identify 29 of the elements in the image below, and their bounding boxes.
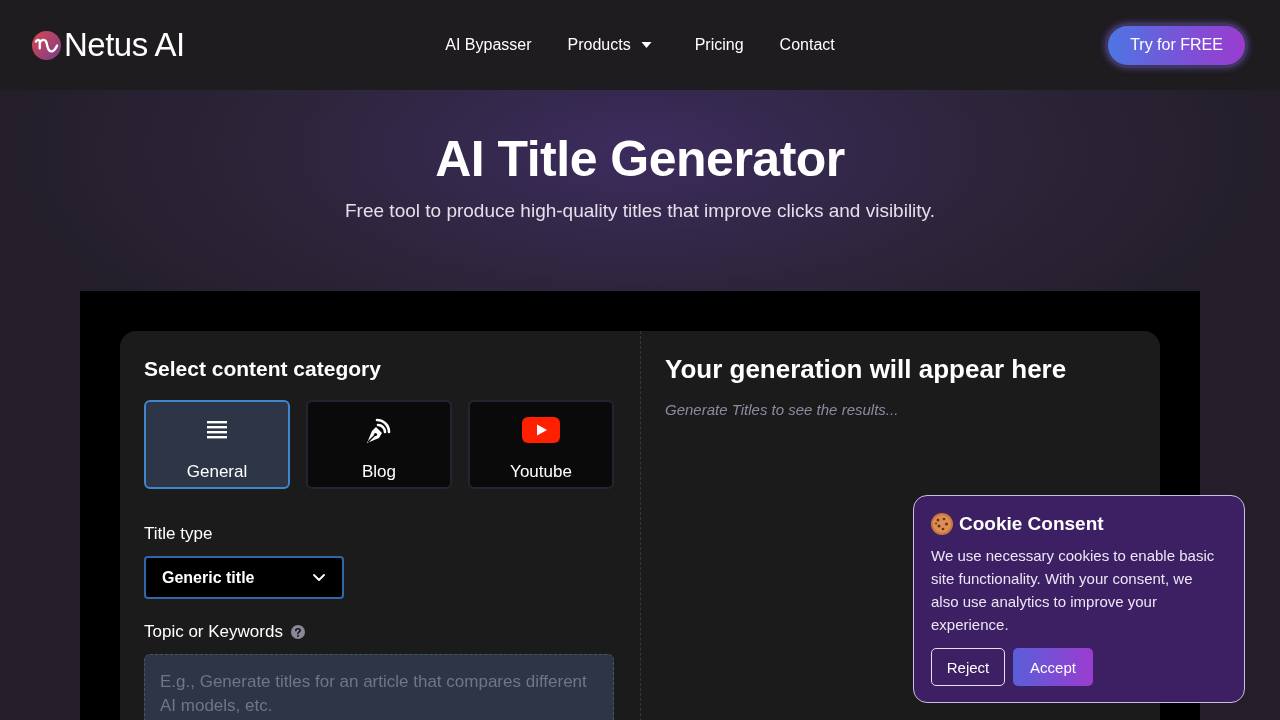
accept-button[interactable]: Accept — [1013, 648, 1093, 686]
caret-icon — [640, 42, 652, 48]
category-heading: Select content category — [144, 356, 382, 382]
topic-field[interactable]: E.g., Generate titles for an article that compares different AI models, etc. — [144, 654, 614, 720]
lines-icon — [207, 421, 227, 439]
title-type-label: Title type — [144, 524, 214, 544]
category-tile[interactable]: Youtube — [468, 400, 614, 489]
output-empty-text: Generate Titles to see the results... — [665, 400, 900, 420]
page-subtitle: Free tool to produce high-quality titles that improve clicks and visibility. — [345, 199, 935, 223]
play-icon — [522, 417, 560, 443]
help-icon[interactable] — [290, 625, 305, 639]
reject-button[interactable]: Reject — [931, 648, 1005, 686]
output-heading: Your generation will appear here — [665, 355, 1068, 383]
nav-link[interactable]: Products — [567, 34, 659, 56]
topic-label: Topic or Keywords — [144, 622, 283, 642]
nav-link[interactable]: Pricing — [694, 34, 744, 56]
cookie-icon — [931, 513, 953, 535]
page-title: AI Title Generator — [435, 130, 845, 188]
cookie-message: We use necessary cookies to enable basic site functionality. With your consent, we also use analytics to improve your experience. — [931, 546, 1216, 635]
logo-text[interactable]: Netus AI — [64, 27, 185, 63]
try-free-button[interactable]: Try for FREE — [1105, 22, 1248, 68]
cookie-title: Cookie Consent — [959, 512, 1104, 536]
category-tile[interactable]: General — [144, 400, 290, 489]
title-type-select[interactable]: Generic title — [144, 556, 344, 599]
chevron-down-icon — [313, 574, 325, 581]
logo-wave-icon[interactable] — [32, 30, 61, 60]
nav-link[interactable]: Contact — [779, 34, 835, 56]
category-tile[interactable]: Blog — [306, 400, 452, 489]
nav-link[interactable]: AI Bypasser — [445, 34, 532, 56]
